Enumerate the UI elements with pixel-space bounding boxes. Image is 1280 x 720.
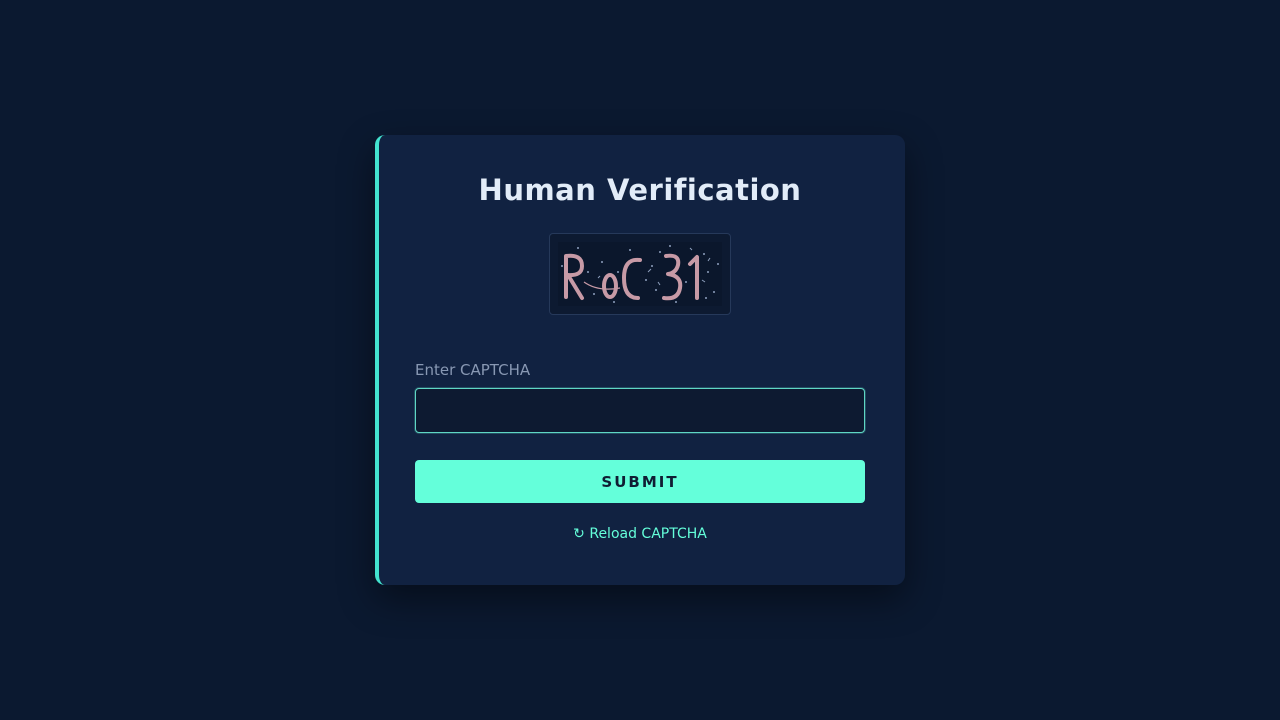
page-title: Human Verification (478, 173, 802, 207)
captcha-input-label: Enter CAPTCHA (415, 361, 531, 379)
reload-captcha-label: Reload CAPTCHA (589, 526, 707, 542)
captcha-image (549, 233, 731, 315)
submit-button[interactable]: SUBMIT (415, 460, 865, 503)
reload-captcha-link[interactable]: ↻ Reload CAPTCHA (379, 526, 901, 542)
verification-card: Human Verification Enter CAPTCHA SUBMIT … (375, 135, 905, 585)
reload-icon: ↻ (573, 526, 585, 542)
captcha-graphic (558, 242, 722, 306)
captcha-input[interactable] (415, 388, 865, 433)
